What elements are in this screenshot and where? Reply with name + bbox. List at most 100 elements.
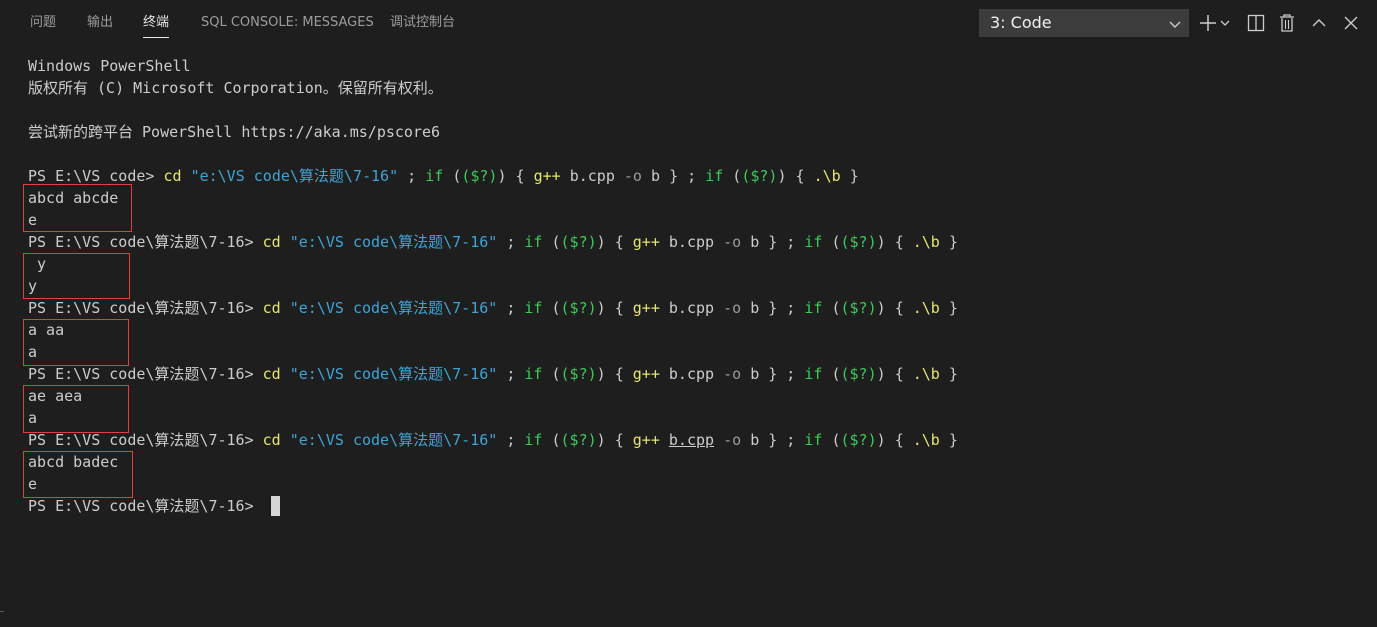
cmd-gpp: g++ [632,365,660,383]
cmd-out: b [750,365,760,383]
prompt: PS E:\VS code> [28,167,164,185]
cmd-sep: ; [777,431,805,449]
cmd-if: if [804,365,823,383]
terminal-output[interactable]: Windows PowerShell 版权所有 (C) Microsoft Co… [0,46,1377,627]
terminal-select[interactable]: 3: Code [979,9,1189,37]
cmd-brace: { [894,299,904,317]
cmd-gpp: g++ [632,233,660,251]
cmd-flag: -o [723,299,742,317]
cmd-gpp: g++ [533,167,561,185]
cmd-out: b [750,431,760,449]
cmd-brace: } [948,431,958,449]
cmd-cond-var: ($?) [840,233,877,251]
cmd-path: "e:\VS code\算法题\7-16" [289,233,498,251]
cmd-cond-var: ($?) [741,167,778,185]
cmd-cd: cd [163,167,182,185]
cmd-if: if [524,431,543,449]
cmd-cond-var: ($?) [560,233,597,251]
cmd-flag: -o [723,233,742,251]
tab-debug-console[interactable]: 调试控制台 [390,0,455,46]
terminal-header-line: 尝试新的跨平台 PowerShell https://aka.ms/pscore… [28,123,441,141]
cmd-cond-var: ($?) [560,365,597,383]
cmd-path: "e:\VS code\算法题\7-16" [190,167,399,185]
cmd-brace: { [894,233,904,251]
cmd-brace: { [894,431,904,449]
cmd-cond: (($?)) [551,431,606,449]
prompt: PS E:\VS code\算法题\7-16> [28,233,263,251]
highlight-box [23,385,129,433]
cmd-cond: (($?)) [551,233,606,251]
tab-output[interactable]: 输出 [87,0,113,46]
tab-problems[interactable]: 问题 [30,0,56,46]
panel-tab-bar: 问题 输出 终端 SQL CONSOLE: MESSAGES 调试控制台 3: … [0,0,1377,46]
cmd-sep: ; [777,299,805,317]
cmd-if: if [804,299,823,317]
text-cursor [271,496,280,516]
cmd-cond: (($?)) [831,365,886,383]
cmd-run: .\b [912,431,940,449]
cmd-brace: { [614,299,624,317]
cmd-brace: { [614,365,624,383]
command-line: PS E:\VS code\算法题\7-16> cd "e:\VS code\算… [28,231,958,253]
cmd-src: b.cpp [569,167,615,185]
tab-sql-console-messages[interactable]: SQL CONSOLE: MESSAGES [201,0,374,46]
cmd-brace: } [768,431,778,449]
cmd-if: if [524,365,543,383]
command-line: PS E:\VS code\算法题\7-16> cd "e:\VS code\算… [28,429,958,451]
prompt: PS E:\VS code\算法题\7-16> [28,431,263,449]
cmd-brace: { [614,431,624,449]
cmd-run: .\b [813,167,841,185]
cmd-out: b [651,167,661,185]
prompt: PS E:\VS code\算法题\7-16> [28,365,263,383]
cmd-run: .\b [912,299,940,317]
command-line: PS E:\VS code\算法题\7-16> cd "e:\VS code\算… [28,297,958,319]
terminal-select-value: 3: Code [990,13,1052,32]
cmd-brace: { [894,365,904,383]
command-line: PS E:\VS code> cd "e:\VS code\算法题\7-16" … [28,165,859,187]
cmd-cond-var: ($?) [840,431,877,449]
cmd-cond-var: ($?) [560,299,597,317]
cmd-sep: ; [497,233,525,251]
cmd-sep: ; [497,431,525,449]
cmd-cond-var: ($?) [560,431,597,449]
cmd-cond: (($?)) [831,299,886,317]
highlight-box [23,184,132,232]
cmd-brace: { [515,167,525,185]
trash-icon[interactable] [1278,11,1296,35]
cmd-brace: } [768,365,778,383]
prompt: PS E:\VS code\算法题\7-16> [28,497,263,515]
cmd-sep: ; [497,299,525,317]
cmd-if: if [425,167,444,185]
cmd-flag: -o [723,365,742,383]
highlight-box [23,319,129,366]
cmd-run: .\b [912,365,940,383]
chevron-down-icon[interactable] [1219,11,1231,35]
cmd-if: if [804,431,823,449]
cmd-flag: -o [623,167,642,185]
cmd-src-link[interactable]: b.cpp [669,431,714,449]
cmd-cond: (($?)) [831,431,886,449]
split-terminal-icon[interactable] [1246,11,1266,35]
cmd-cd: cd [262,299,281,317]
cmd-cond: (($?)) [452,167,507,185]
highlight-box [23,253,130,299]
cmd-brace: } [768,233,778,251]
chevron-down-icon [1169,21,1181,28]
prompt: PS E:\VS code\算法题\7-16> [28,299,263,317]
cmd-sep: ; [678,167,706,185]
cmd-src: b.cpp [668,299,715,317]
chevron-up-icon[interactable] [1310,11,1328,35]
cmd-cond: (($?)) [732,167,787,185]
cmd-cond-var: ($?) [840,299,877,317]
command-line: PS E:\VS code\算法题\7-16> cd "e:\VS code\算… [28,363,958,385]
cmd-cond: (($?)) [551,365,606,383]
plus-icon[interactable] [1198,11,1218,35]
cmd-cond: (($?)) [551,299,606,317]
cmd-cd: cd [262,431,281,449]
cmd-path: "e:\VS code\算法题\7-16" [289,431,498,449]
close-icon[interactable] [1342,11,1360,35]
tab-terminal[interactable]: 终端 [143,0,170,46]
cmd-gpp: g++ [632,299,660,317]
cmd-gpp: g++ [632,431,660,449]
terminal-header-line: 版权所有 (C) Microsoft Corporation。保留所有权利。 [28,79,443,97]
